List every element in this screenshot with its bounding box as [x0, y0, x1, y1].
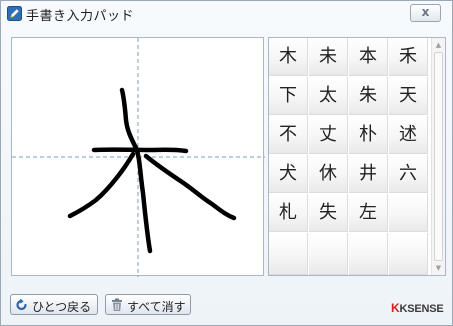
candidate-cell[interactable]: 朱 [349, 77, 388, 115]
candidate-cell[interactable]: 禾 [389, 38, 428, 76]
candidate-cell[interactable]: 六 [389, 155, 428, 193]
candidate-cell[interactable]: 木 [269, 38, 308, 76]
stroke-left-sweep [67, 151, 136, 219]
clear-all-button[interactable]: すべて消す [105, 294, 191, 315]
ksense-logo: KKSENSE [391, 301, 444, 315]
candidate-cell[interactable]: 述 [389, 116, 428, 154]
handwriting-pad-window: 手書き入力パッド x 木 未 本 禾 下 太 朱 天 不 丈 朴 述 犬 休 井 [0, 0, 453, 326]
candidate-cell[interactable]: 未 [309, 38, 348, 76]
candidate-cell[interactable]: 下 [269, 77, 308, 115]
candidate-cell[interactable]: 井 [349, 155, 388, 193]
title-bar[interactable]: 手書き入力パッド x [1, 1, 452, 27]
window-title: 手書き入力パッド [26, 9, 135, 24]
candidate-cell[interactable]: 休 [309, 155, 348, 193]
candidate-cell-empty [309, 233, 348, 275]
candidate-cell-empty [389, 233, 428, 275]
candidate-cell[interactable]: 左 [349, 194, 388, 232]
candidate-cell-empty [349, 233, 388, 275]
clear-all-button-label: すべて消す [127, 300, 186, 314]
candidate-cell[interactable]: 本 [349, 38, 388, 76]
handwritten-strokes [67, 87, 237, 254]
ksense-logo-text: KSENSE [399, 303, 444, 315]
trash-icon [110, 298, 124, 315]
scroll-up-arrow-icon[interactable]: ▲ [432, 38, 445, 52]
candidate-cell[interactable]: 太 [309, 77, 348, 115]
candidate-cell[interactable]: 札 [269, 194, 308, 232]
candidate-cell[interactable]: 失 [309, 194, 348, 232]
undo-arrow-icon [15, 298, 29, 315]
candidate-cell[interactable]: 丈 [309, 116, 348, 154]
scroll-down-arrow-icon[interactable]: ▼ [432, 261, 445, 275]
handwriting-canvas[interactable] [11, 37, 265, 277]
candidate-cell[interactable]: 朴 [349, 116, 388, 154]
candidate-cell[interactable]: 犬 [269, 155, 308, 193]
pencil-icon [7, 6, 22, 21]
undo-button-label: ひとつ戻る [32, 300, 92, 314]
candidate-cell[interactable]: 天 [389, 77, 428, 115]
candidate-cell[interactable]: 不 [269, 116, 308, 154]
stroke-right-sweep [143, 153, 237, 221]
undo-button[interactable]: ひとつ戻る [10, 294, 98, 315]
candidate-scrollbar[interactable]: ▲ ▼ [431, 38, 445, 275]
close-button[interactable]: x [410, 4, 441, 22]
candidate-cell-empty [269, 233, 308, 275]
stroke-vertical [119, 87, 153, 254]
candidate-panel: 木 未 本 禾 下 太 朱 天 不 丈 朴 述 犬 休 井 六 札 失 左 ▲ … [268, 37, 446, 276]
candidate-cell-empty [389, 194, 428, 232]
stroke-horizontal [91, 147, 189, 154]
scroll-thumb[interactable] [434, 52, 443, 261]
